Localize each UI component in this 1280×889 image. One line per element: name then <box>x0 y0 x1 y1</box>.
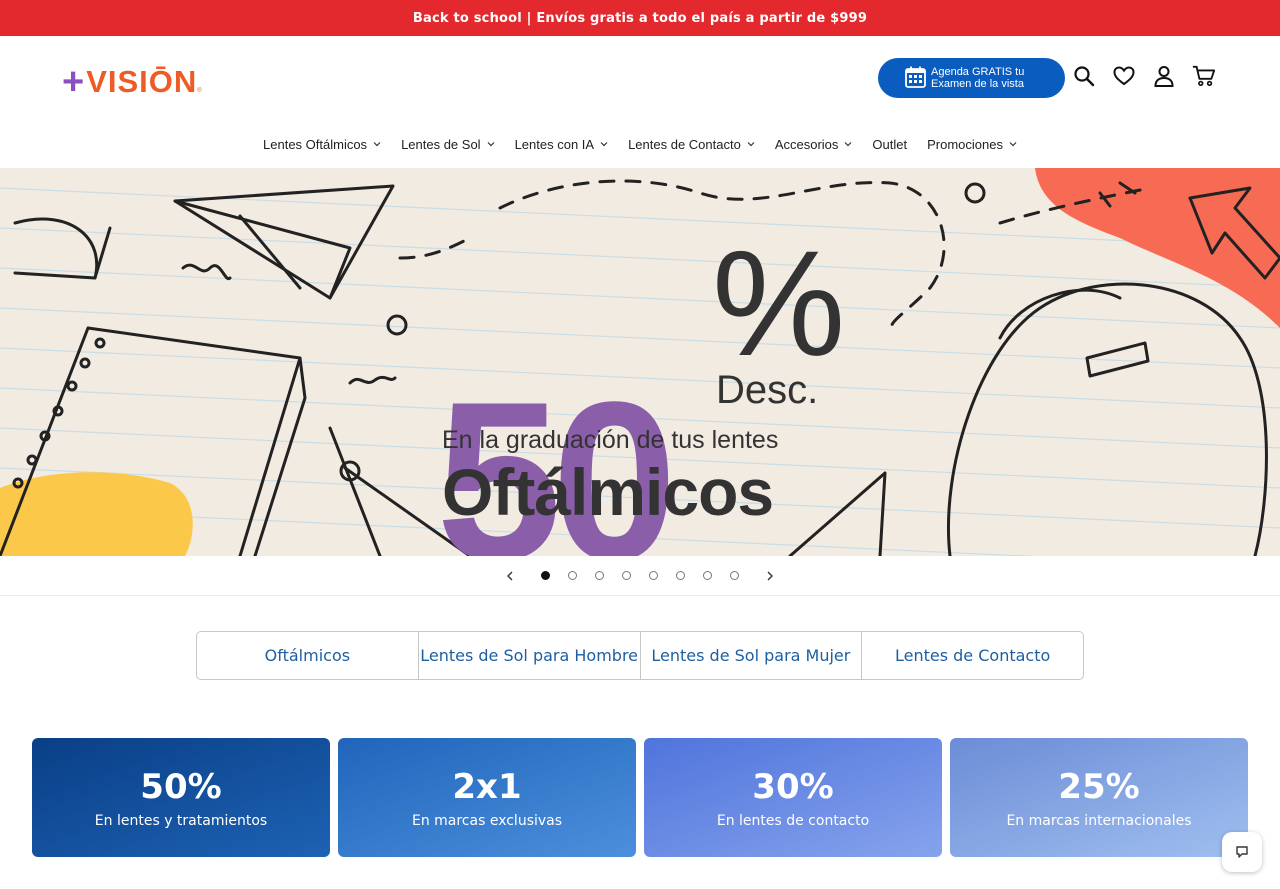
promo-card[interactable]: 50% En lentes y tratamientos <box>32 738 330 857</box>
chevron-right-icon <box>767 571 773 580</box>
chat-widget-button[interactable] <box>1222 832 1262 872</box>
promo-subtitle: En lentes y tratamientos <box>94 812 268 829</box>
nav-lentes-de-contacto[interactable]: Lentes de Contacto <box>618 137 765 152</box>
chevron-left-icon <box>507 571 513 580</box>
hero-title: Oftálmicos <box>442 455 774 529</box>
nav-label: Promociones <box>927 136 1003 152</box>
category-tabs: Oftálmicos Lentes de Sol para Hombre Len… <box>196 631 1084 680</box>
slider-prev-button[interactable] <box>500 566 520 586</box>
slider-dot[interactable] <box>730 571 739 580</box>
nav-outlet[interactable]: Outlet <box>862 137 917 152</box>
chevron-down-icon <box>747 142 755 147</box>
logo-registered: ® <box>197 88 202 94</box>
hero-banner[interactable]: 50 % Desc. En la graduación de tus lente… <box>0 168 1280 556</box>
nav-label: Accesorios <box>774 136 839 152</box>
cta-line2: Examen de la vista <box>931 78 1024 90</box>
slider-dot[interactable] <box>676 571 685 580</box>
promo-cards: 50% En lentes y tratamientos 2x1 En marc… <box>32 738 1248 857</box>
cta-text: Agenda GRATIS tu Examen de la vista <box>931 66 1024 90</box>
hero-percent-sign: % <box>712 219 846 387</box>
heart-icon[interactable] <box>1112 64 1136 88</box>
promo-number: 2x1 <box>452 766 522 807</box>
search-icon[interactable] <box>1072 64 1096 88</box>
chevron-down-icon <box>600 142 608 147</box>
header-icons <box>1072 64 1216 88</box>
calendar-icon <box>905 66 926 88</box>
user-icon[interactable] <box>1152 64 1176 88</box>
tab-lentes-de-contacto[interactable]: Lentes de Contacto <box>862 632 1083 679</box>
announcement-bar: Back to school | Envíos gratis a todo el… <box>0 0 1280 36</box>
nav-lentes-con-ia[interactable]: Lentes con IA <box>505 137 619 152</box>
slider-dot[interactable] <box>595 571 604 580</box>
book-eye-exam-button[interactable]: Agenda GRATIS tu Examen de la vista <box>878 58 1065 98</box>
nav-label: Lentes Oftálmicos <box>263 136 368 152</box>
tab-lentes-de-sol-hombre[interactable]: Lentes de Sol para Hombre <box>419 632 641 679</box>
logo-word: VISIŌN <box>86 64 198 99</box>
chat-icon <box>1236 846 1248 858</box>
promo-number: 50% <box>140 766 222 807</box>
chevron-down-icon <box>1009 142 1017 147</box>
hero-subtitle: En la graduación de tus lentes <box>442 426 779 454</box>
logo-plus: + <box>62 61 85 103</box>
slider-dot[interactable] <box>568 571 577 580</box>
nav-lentes-oftalmicos[interactable]: Lentes Oftálmicos <box>253 137 391 152</box>
promo-subtitle: En marcas exclusivas <box>411 812 563 829</box>
announcement-text: Back to school | Envíos gratis a todo el… <box>412 10 868 26</box>
nav-lentes-de-sol[interactable]: Lentes de Sol <box>391 137 505 152</box>
slider-dots <box>532 571 748 580</box>
nav-label: Lentes de Sol <box>401 136 481 152</box>
cta-line1: Agenda GRATIS tu <box>931 66 1025 78</box>
hero-desc-label: Desc. <box>716 368 819 412</box>
slider-dot[interactable] <box>622 571 631 580</box>
chevron-down-icon <box>844 142 852 147</box>
logo[interactable]: + VISIŌN ® <box>62 61 202 103</box>
tab-oftalmicos[interactable]: Oftálmicos <box>197 632 419 679</box>
promo-number: 25% <box>1058 766 1140 807</box>
nav-label: Lentes de Contacto <box>628 136 741 152</box>
chevron-down-icon <box>487 142 495 147</box>
main-nav: Lentes Oftálmicos Lentes de Sol Lentes c… <box>0 120 1280 168</box>
slider-controls <box>0 556 1280 596</box>
promo-subtitle: En marcas internacionales <box>1006 812 1192 829</box>
nav-label: Outlet <box>872 136 908 152</box>
chevron-down-icon <box>373 142 381 147</box>
slider-dot[interactable] <box>649 571 658 580</box>
promo-card[interactable]: 30% En lentes de contacto <box>644 738 942 857</box>
promo-number: 30% <box>752 766 834 807</box>
promo-card[interactable]: 25% En marcas internacionales <box>950 738 1248 857</box>
cart-icon[interactable] <box>1192 64 1216 88</box>
slider-dot[interactable] <box>703 571 712 580</box>
slider-dot[interactable] <box>541 571 550 580</box>
nav-accesorios[interactable]: Accesorios <box>765 137 863 152</box>
nav-label: Lentes con IA <box>514 136 595 152</box>
promo-subtitle: En lentes de contacto <box>716 812 870 829</box>
tab-lentes-de-sol-mujer[interactable]: Lentes de Sol para Mujer <box>641 632 863 679</box>
nav-promociones[interactable]: Promociones <box>917 137 1027 152</box>
promo-card[interactable]: 2x1 En marcas exclusivas <box>338 738 636 857</box>
slider-next-button[interactable] <box>760 566 780 586</box>
site-header: + VISIŌN ® Agenda GRATIS tu Examen de la… <box>0 36 1280 120</box>
